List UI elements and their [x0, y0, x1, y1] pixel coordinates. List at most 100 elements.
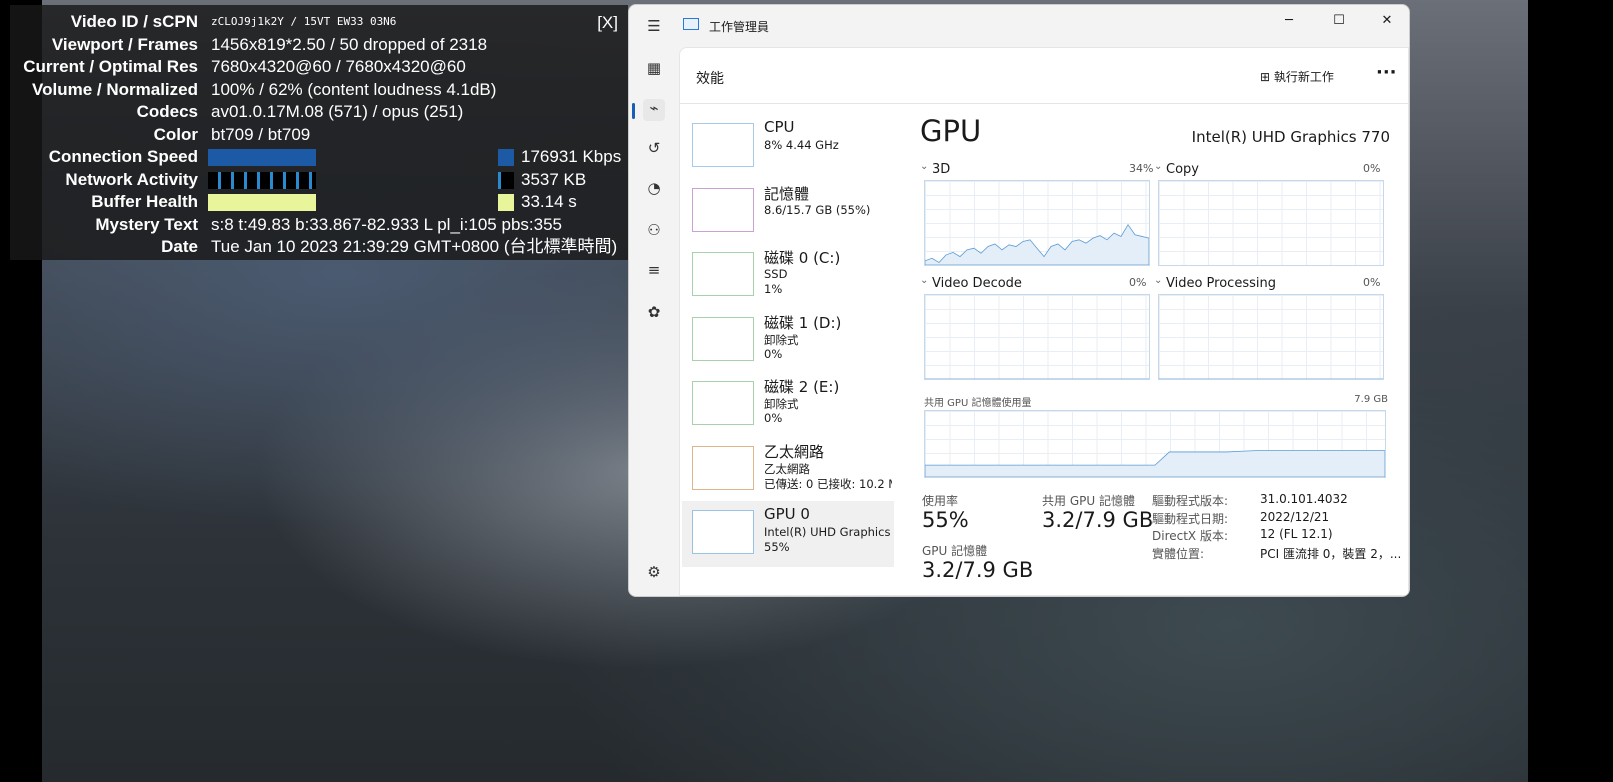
engine-percent: 0% [1363, 162, 1381, 175]
device-name: 磁碟 1 (D:) [764, 313, 842, 332]
device-name: 乙太網路 [764, 442, 825, 461]
stats-label: Current / Optimal Res [23, 57, 198, 76]
device-thumbnail-graph [692, 381, 754, 425]
engine-percent: 34% [1129, 162, 1154, 175]
stats-for-nerds-panel: [X] Video ID / sCPN zCLOJ9j1k2Y / 15VT EW… [10, 5, 628, 260]
shared-mem-graph-max: 7.9 GB [1354, 394, 1388, 405]
run-new-task-button[interactable]: ⊞ 執行新工作 [1260, 68, 1334, 85]
stats-row: Date Tue Jan 10 2023 21:39:29 GMT+0800 (台… [10, 236, 628, 258]
engine-graph [924, 180, 1150, 266]
engine-dropdown-icon[interactable]: ⌄ [920, 161, 928, 172]
info-key: 驅動程式版本: [1152, 494, 1229, 508]
shared-mem-graph [924, 410, 1386, 478]
stats-label: Mystery Text [95, 214, 198, 234]
stats-swatch [498, 149, 514, 166]
dedicated-mem-label: GPU 記憶體 [922, 544, 988, 558]
stats-row: Mystery Text s:8 t:49.83 b:33.867-82.933 … [10, 214, 628, 236]
engine-name[interactable]: Copy [1166, 162, 1199, 177]
stats-label: Date [161, 237, 198, 256]
stats-value: 100% / 62% (content loudness 4.1dB) [211, 79, 497, 99]
device-thumbnail-graph [692, 123, 754, 167]
device-name: 磁碟 0 (C:) [764, 249, 841, 267]
stats-label: Viewport / Frames [51, 34, 198, 54]
stats-bar [208, 149, 316, 166]
stats-value: 176931 Kbps [521, 147, 622, 166]
stats-row: Volume / Normalized 100% / 62% (content l… [10, 79, 628, 101]
device-item[interactable]: CPU 8% 4.44 GHz [682, 114, 894, 180]
stats-row: Network Activity 3537 KB [10, 169, 628, 191]
engine-usage-line [925, 225, 1149, 265]
engine-name[interactable]: Video Processing [1166, 276, 1276, 291]
startup-icon[interactable]: ◔ [643, 179, 665, 201]
info-key: 驅動程式日期: [1152, 511, 1229, 526]
device-detail: SSD [764, 267, 788, 281]
app-history-icon[interactable]: ↺ [643, 139, 665, 161]
processes-icon[interactable]: ▦ [643, 59, 665, 81]
stats-value: Tue Jan 10 2023 21:39:29 GMT+0800 (台北標準時… [211, 237, 618, 256]
stats-value: 33.14 s [521, 192, 577, 211]
selected-indicator [632, 103, 635, 119]
engine-name[interactable]: 3D [932, 162, 950, 177]
users-icon[interactable]: ⚇ [643, 221, 665, 243]
device-detail-2: 55% [764, 540, 790, 554]
device-item[interactable]: 磁碟 1 (D:) 卸除式 0% [682, 308, 894, 374]
stats-value: 3537 KB [521, 169, 587, 189]
app-icon [683, 18, 699, 30]
device-detail-2: 0% [764, 411, 783, 425]
device-thumbnail-graph [692, 510, 754, 554]
engine-graph [924, 294, 1150, 380]
stats-label: Volume / Normalized [32, 79, 198, 99]
hamburger-icon[interactable]: ☰ [643, 17, 665, 39]
stats-row: Color bt709 / bt709 [10, 124, 628, 146]
engine-graph [1158, 294, 1384, 380]
info-value: 2022/12/21 [1260, 509, 1330, 524]
device-item[interactable]: 記憶體 8.6/15.7 GB (55%) [682, 179, 894, 245]
stats-label: Color [153, 124, 198, 144]
device-thumbnail-graph [692, 252, 754, 296]
stats-label: Network Activity [65, 169, 198, 189]
settings-icon[interactable]: ⚙ [643, 563, 665, 585]
engine-dropdown-icon[interactable]: ⌄ [1154, 275, 1162, 286]
stats-value: 7680x4320@60 / 7680x4320@60 [211, 57, 466, 76]
info-key: 實體位置: [1152, 546, 1205, 561]
services-icon[interactable]: ✿ [643, 303, 665, 325]
device-thumbnail-graph [692, 187, 754, 232]
stats-row: Connection Speed 176931 Kbps [10, 146, 628, 168]
details-icon[interactable]: ≡ [643, 261, 665, 283]
info-value: 12 (FL 12.1) [1260, 527, 1333, 541]
device-detail: Intel(R) UHD Graphics 770 [764, 525, 892, 539]
engine-percent: 0% [1363, 276, 1381, 289]
device-item[interactable]: GPU 0 Intel(R) UHD Graphics 77055% [682, 501, 894, 567]
device-item[interactable]: 磁碟 2 (E:) 卸除式 0% [682, 372, 894, 438]
engine-dropdown-icon[interactable]: ⌄ [1154, 161, 1162, 172]
stats-bar [208, 194, 316, 211]
stats-swatch [498, 171, 514, 189]
device-name: GPU 0 [764, 505, 810, 523]
engine-percent: 0% [1129, 276, 1147, 289]
info-value: PCI 匯流排 0，裝置 2，... [1260, 546, 1402, 561]
stats-value: bt709 / bt709 [211, 124, 311, 144]
performance-icon[interactable]: ⌁ [643, 99, 665, 121]
utilization-value: 55% [922, 508, 969, 532]
gpu-title: GPU [920, 114, 982, 148]
device-item[interactable]: 乙太網路乙太網路已傳送: 0 已接收: 10.2 Mbps [682, 437, 894, 503]
stats-label: Video ID / sCPN [70, 12, 198, 31]
engine-graph [1158, 180, 1384, 266]
device-detail-2: 0% [764, 346, 783, 361]
device-item[interactable]: 磁碟 0 (C:) SSD 1% [682, 243, 894, 309]
maximize-button[interactable]: ☐ [1329, 13, 1349, 28]
stats-label: Codecs [136, 102, 198, 121]
engine-name[interactable]: Video Decode [932, 276, 1022, 291]
minimize-button[interactable]: ─ [1279, 13, 1299, 28]
close-button[interactable]: ✕ [1377, 13, 1397, 28]
info-value: 31.0.101.4032 [1260, 492, 1348, 506]
stats-value: s:8 t:49.83 b:33.867-82.933 L pl_i:105 p… [211, 214, 562, 234]
device-detail-2: 已傳送: 0 已接收: 10.2 Mbps [764, 476, 892, 491]
stats-row: Current / Optimal Res 7680x4320@60 / 7680… [10, 56, 628, 78]
info-key: DirectX 版本: [1152, 529, 1229, 543]
dedicated-mem-value: 3.2/7.9 GB [922, 558, 1034, 582]
more-options-button[interactable]: ··· [1376, 62, 1397, 83]
engine-dropdown-icon[interactable]: ⌄ [920, 275, 928, 286]
stats-row: Viewport / Frames 1456x819*2.50 / 50 drop… [10, 34, 628, 56]
device-detail: 8% 4.44 GHz [764, 138, 839, 152]
